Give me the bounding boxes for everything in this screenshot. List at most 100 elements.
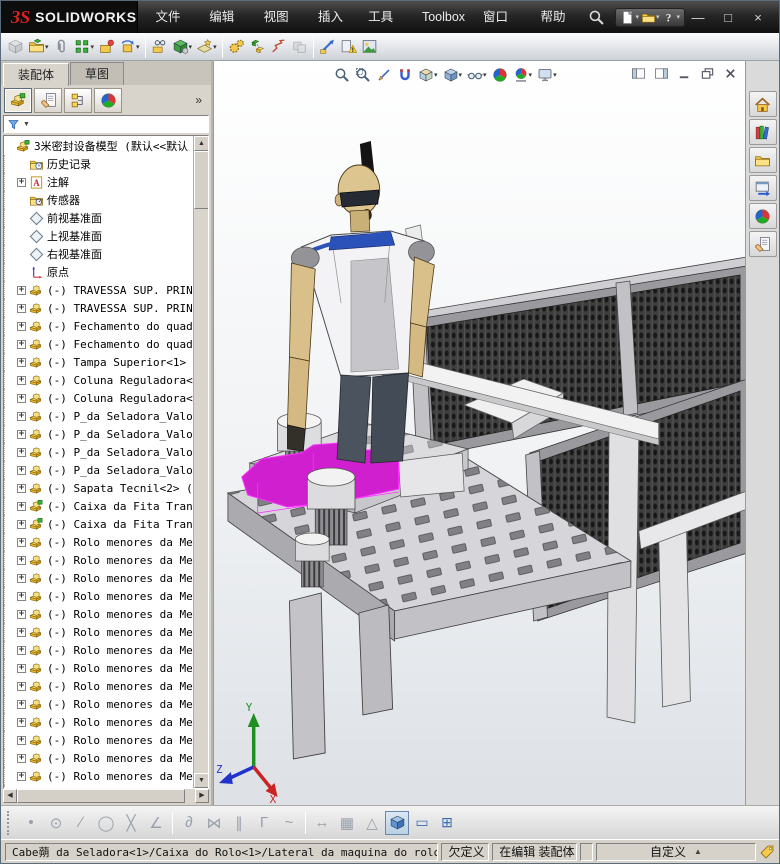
expand-icon[interactable]: + — [17, 735, 26, 745]
tree-item[interactable]: +(-) Rolo menores da Mess — [4, 659, 193, 677]
doc-minimize-button[interactable] — [674, 64, 694, 82]
tree-vertical-scrollbar[interactable]: ▲ ▼ — [193, 136, 208, 788]
view-settings-button[interactable]: ▾ — [535, 64, 559, 85]
exploded-view-button[interactable] — [247, 35, 268, 59]
tree-item[interactable]: +(-) Rolo menores da Mess — [4, 551, 193, 569]
expand-icon[interactable]: + — [17, 285, 26, 295]
display-manager-tab[interactable] — [94, 87, 122, 113]
pane-right-button[interactable] — [651, 64, 671, 82]
expand-icon[interactable]: + — [17, 771, 26, 781]
tree-item[interactable]: 前视基准面 — [4, 209, 193, 227]
menu-item-1[interactable]: 编辑(E) — [200, 1, 254, 56]
toolbar-grip[interactable] — [7, 810, 12, 835]
doc-restore-button[interactable] — [697, 64, 717, 82]
tree-item[interactable]: +(-) Rolo menores da Mess — [4, 713, 193, 731]
tree-item[interactable]: + (-) Fechamento do quadro — [4, 335, 193, 353]
mate-button[interactable] — [51, 35, 72, 59]
tree-item[interactable]: + (-) Caixa da Fita Transp — [4, 497, 193, 515]
menu-item-2[interactable]: 视图(V) — [255, 1, 309, 56]
insert-component-button[interactable] — [5, 35, 26, 59]
tree-item[interactable]: +(-) Rolo menores da Mess — [4, 785, 193, 788]
sk-mirror-button[interactable]: ⋈ — [202, 811, 226, 835]
expand-icon[interactable]: + — [17, 393, 26, 403]
scroll-down-arrow[interactable]: ▼ — [194, 773, 208, 788]
tree-item[interactable]: + (-) P_da Seladora_Valor — [4, 407, 193, 425]
tree-item[interactable]: +(-) Rolo menores da Mess — [4, 767, 193, 785]
tree-item[interactable]: +(-) Rolo menores da Mess — [4, 641, 193, 659]
tree-item[interactable]: 传感器 — [4, 191, 193, 209]
task-pane-tab-solidworks-resources[interactable] — [748, 119, 777, 145]
expand-icon[interactable]: + — [17, 555, 26, 565]
sk-grid-button[interactable]: ▦ — [335, 811, 359, 835]
tree-item[interactable]: + A 注解 — [4, 173, 193, 191]
tree-item[interactable]: +(-) Rolo menores da Mess — [4, 731, 193, 749]
show-hidden-components-button[interactable] — [149, 35, 170, 59]
assembly-manager-tab[interactable] — [4, 87, 32, 113]
tree-item[interactable]: + (-) Fechamento do quadro — [4, 317, 193, 335]
tree-item[interactable]: +(-) Rolo menores da Mess — [4, 587, 193, 605]
expand-icon[interactable]: + — [17, 339, 26, 349]
tree-item[interactable]: 原点 — [4, 263, 193, 281]
filter-dropdown-arrow[interactable]: ▼ — [23, 121, 30, 128]
graphics-viewport[interactable]: Y Z X ▾ ▾ ▾ ▾ ▾ — [213, 61, 745, 805]
expand-icon[interactable]: + — [17, 717, 26, 727]
sk-angle-button[interactable]: ∠ — [144, 811, 168, 835]
search-icon[interactable] — [588, 9, 605, 26]
check-active-document-button[interactable] — [338, 35, 359, 59]
move-component-button[interactable]: ▾ — [117, 35, 142, 59]
tree-item[interactable]: +(-) Rolo menores da Mess — [4, 605, 193, 623]
tree-item[interactable]: + (-) P_da Seladora_Valor — [4, 425, 193, 443]
pane-left-button[interactable] — [628, 64, 648, 82]
linear-pattern-button[interactable]: ▾ — [72, 35, 97, 59]
scroll-right-arrow[interactable]: ▶ — [195, 789, 209, 803]
task-pane-tab-custom-properties[interactable] — [748, 231, 777, 257]
section-view-button[interactable] — [374, 64, 394, 85]
expand-icon[interactable]: + — [17, 609, 26, 619]
viewport-3d-scene[interactable]: Y Z X — [214, 61, 745, 805]
measure-button[interactable] — [317, 35, 338, 59]
sk-circle-button[interactable]: ⊙ — [44, 811, 68, 835]
tree-item[interactable]: + (-) Caixa da Fita Transp — [4, 515, 193, 533]
tree-item[interactable]: 右视基准面 — [4, 245, 193, 263]
task-pane-tab-file-explorer[interactable] — [748, 175, 777, 201]
expand-icon[interactable]: + — [17, 177, 26, 187]
menu-item-7[interactable]: 帮助(H) — [531, 1, 586, 56]
task-pane-tab-home[interactable] — [748, 91, 777, 117]
viewport-single-button[interactable]: ▭ — [410, 811, 434, 835]
tree-item[interactable]: + (-) TRAVESSA SUP. PRINCI — [4, 299, 193, 317]
edit-appearance-button[interactable] — [490, 64, 510, 85]
sk-angle-snap-button[interactable]: △ — [360, 811, 384, 835]
sk-spline-button[interactable]: ~ — [277, 811, 301, 835]
expand-icon[interactable]: + — [17, 663, 26, 673]
tree-item[interactable]: + (-) TRAVESSA SUP. PRINCI — [4, 281, 193, 299]
apply-scene-button[interactable]: ▾ — [511, 64, 535, 85]
sk-perpendicular-button[interactable]: Γ — [252, 811, 276, 835]
expand-icon[interactable]: + — [17, 573, 26, 583]
shaded-view-button[interactable] — [385, 810, 409, 835]
sk-parallel-button[interactable]: ∥ — [227, 811, 251, 835]
explode-line-sketch-button[interactable] — [268, 35, 289, 59]
tree-item[interactable]: +(-) Rolo menores da Mess — [4, 533, 193, 551]
configuration-manager-tab[interactable] — [64, 87, 92, 113]
custom-view-selector[interactable]: 自定义 ▲ — [595, 842, 756, 861]
expand-icon[interactable]: + — [17, 465, 26, 475]
assembly-features-button[interactable]: ▾ — [170, 35, 195, 59]
sk-dimension-button[interactable]: ↔ — [310, 811, 334, 835]
expand-icon[interactable]: + — [17, 303, 26, 313]
expand-icon[interactable]: + — [17, 645, 26, 655]
scroll-up-arrow[interactable]: ▲ — [194, 136, 208, 151]
expand-icon[interactable]: + — [17, 537, 26, 547]
new-doc-button[interactable]: ▾ — [620, 10, 639, 25]
sk-trim-button[interactable]: ╳ — [119, 811, 143, 835]
tree-item[interactable]: + (-) Coluna Reguladora<1> — [4, 371, 193, 389]
close-button[interactable]: × — [745, 10, 771, 25]
task-pane-tab-appearances[interactable] — [748, 203, 777, 229]
expand-icon[interactable]: + — [17, 357, 26, 367]
zoom-fit-button[interactable] — [332, 64, 352, 85]
tab-sketch[interactable]: 草图 — [70, 62, 125, 85]
menu-item-3[interactable]: 插入(I) — [309, 1, 359, 56]
filter-funnel-icon[interactable] — [7, 118, 20, 131]
expand-icon[interactable]: + — [17, 699, 26, 709]
magnetic-mate-button[interactable] — [395, 64, 415, 85]
filter-row[interactable]: ▼ — [3, 115, 209, 133]
